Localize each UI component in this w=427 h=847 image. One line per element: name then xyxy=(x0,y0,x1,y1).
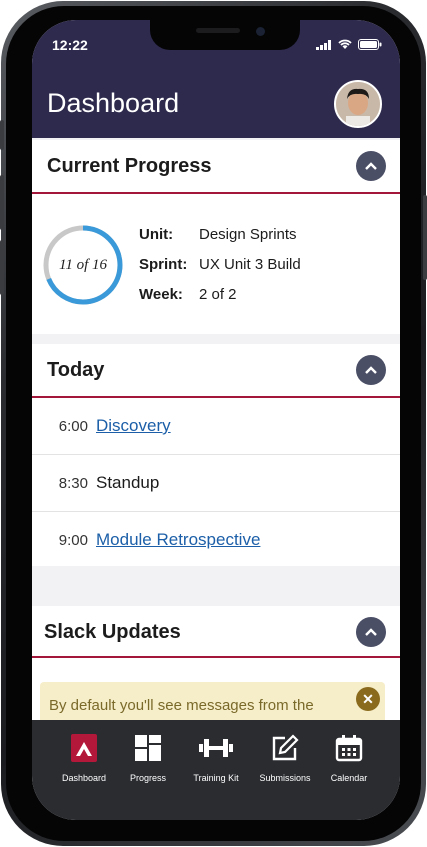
chevron-up-icon xyxy=(365,366,377,374)
list-item: 6:00 Discovery xyxy=(32,398,400,455)
event-time: 8:30 xyxy=(58,474,88,492)
mute-switch xyxy=(0,120,4,150)
list-item: 8:30 Standup xyxy=(32,455,400,512)
info-key-week: Week: xyxy=(139,286,183,303)
phone-notch xyxy=(150,20,300,50)
info-value-sprint: UX Unit 3 Build xyxy=(199,256,301,273)
speaker-grille xyxy=(196,28,240,33)
info-row-week: Week: 2 of 2 xyxy=(139,286,237,303)
progress-ring-label: 11 of 16 xyxy=(58,256,108,273)
slack-section-header: Slack Updates xyxy=(32,606,400,658)
event-link-discovery[interactable]: Discovery xyxy=(96,416,171,436)
info-row-unit: Unit: Design Sprints xyxy=(139,226,297,243)
today-section-header: Today xyxy=(32,344,400,398)
edit-icon xyxy=(272,734,299,761)
signal-icon xyxy=(316,39,331,50)
tab-dashboard[interactable]: Dashboard xyxy=(49,734,119,783)
progress-collapse-button[interactable] xyxy=(356,151,386,181)
logo-icon xyxy=(71,734,97,762)
status-icons xyxy=(316,39,382,50)
info-value-unit: Design Sprints xyxy=(199,226,297,243)
event-name-standup: Standup xyxy=(96,473,160,492)
tab-submissions[interactable]: Submissions xyxy=(250,734,320,783)
progress-section-header: Current Progress xyxy=(32,140,400,194)
tab-label: Submissions xyxy=(259,773,311,783)
list-item: 9:00 Module Retrospective xyxy=(32,512,400,568)
tab-label: Dashboard xyxy=(61,773,107,783)
info-key-unit: Unit: xyxy=(139,226,174,243)
bottom-tab-bar: Dashboard Progress Training Kit Submissi… xyxy=(32,720,400,820)
avatar-portrait xyxy=(336,82,380,126)
event-link-module-retrospective[interactable]: Module Retrospective xyxy=(96,530,260,550)
calendar-icon xyxy=(335,735,363,762)
page-title: Dashboard xyxy=(47,88,180,118)
alert-text: By default you'll see messages from the xyxy=(49,697,314,714)
today-heading: Today xyxy=(47,359,105,381)
info-row-sprint: Sprint: UX Unit 3 Build xyxy=(139,256,301,273)
close-alert-button[interactable]: ✕ xyxy=(356,687,380,711)
power-button xyxy=(423,195,427,280)
tab-progress[interactable]: Progress xyxy=(113,734,183,783)
today-collapse-button[interactable] xyxy=(356,355,386,385)
info-key-sprint: Sprint: xyxy=(139,256,188,273)
grid-icon xyxy=(135,735,161,761)
chevron-up-icon xyxy=(365,162,377,170)
close-icon: ✕ xyxy=(362,690,374,707)
tab-label: Training Kit xyxy=(193,773,239,783)
progress-heading: Current Progress xyxy=(47,155,212,177)
chevron-up-icon xyxy=(365,628,377,636)
event-time: 9:00 xyxy=(58,531,88,549)
avatar[interactable] xyxy=(334,80,382,128)
today-list: 6:00 Discovery 8:30 Standup 9:00 Module … xyxy=(32,398,400,566)
progress-card: 11 of 16 Unit: Design Sprints Sprint: UX U… xyxy=(32,194,400,334)
tab-calendar[interactable]: Calendar xyxy=(314,734,384,783)
battery-icon xyxy=(358,39,382,50)
slack-collapse-button[interactable] xyxy=(356,617,386,647)
wifi-icon xyxy=(338,39,352,49)
status-time: 12:22 xyxy=(52,37,88,53)
dumbbell-icon xyxy=(199,739,233,757)
event-time: 6:00 xyxy=(58,417,88,435)
front-camera xyxy=(256,27,265,36)
slack-heading: Slack Updates xyxy=(44,621,181,643)
volume-down-button xyxy=(0,240,4,295)
app-screen: 12:22 Dashboard Current Progress 11 of 1 xyxy=(32,20,400,820)
info-value-week: 2 of 2 xyxy=(199,286,237,303)
tab-training-kit[interactable]: Training Kit xyxy=(181,734,251,783)
tab-label: Calendar xyxy=(330,773,368,783)
tab-label: Progress xyxy=(129,773,166,783)
volume-up-button xyxy=(0,175,4,230)
